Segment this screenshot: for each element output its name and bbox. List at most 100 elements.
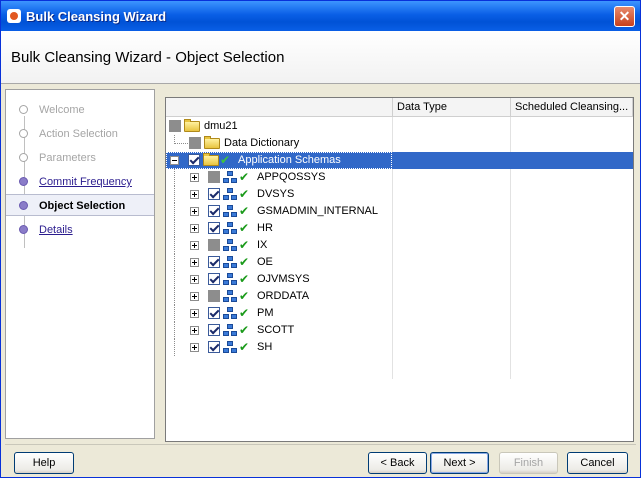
app-icon xyxy=(7,9,21,23)
checkbox[interactable] xyxy=(208,324,220,336)
schema-node xyxy=(223,331,229,336)
tree-guide-line xyxy=(174,254,176,271)
tree-guide-line xyxy=(174,203,176,220)
collapse-toggle[interactable] xyxy=(170,156,179,165)
step-parameters: Parameters xyxy=(6,148,154,168)
tree-row-schema[interactable]: ✔ SH xyxy=(166,339,633,356)
check-mark-icon: ✔ xyxy=(239,170,250,184)
wizard-steps-nav: Welcome Action Selection Parameters Comm… xyxy=(5,89,155,439)
check-mark-icon: ✔ xyxy=(239,289,250,303)
finish-button: Finish xyxy=(499,452,558,474)
cancel-button[interactable]: Cancel xyxy=(567,452,628,474)
tree-row-data-dictionary[interactable]: Data Dictionary xyxy=(166,135,633,152)
expand-toggle[interactable] xyxy=(190,224,199,233)
tree-row-application-schemas[interactable]: ✔ Application Schemas xyxy=(166,152,633,169)
schema-node xyxy=(231,280,237,285)
schema-name: IX xyxy=(257,239,268,251)
expand-toggle[interactable] xyxy=(190,343,199,352)
back-button[interactable]: < Back xyxy=(368,452,427,474)
checkbox[interactable] xyxy=(208,188,220,200)
tree-row-schema[interactable]: ✔ ORDDATA xyxy=(166,288,633,305)
wizard-window: Bulk Cleansing Wizard ✕ Bulk Cleansing W… xyxy=(0,0,641,478)
schema-name: SH xyxy=(257,341,273,353)
checkbox[interactable] xyxy=(188,154,200,166)
schema-node xyxy=(223,348,229,353)
column-header-scheduled-cleansing[interactable]: Scheduled Cleansing... xyxy=(511,98,633,117)
schema-node xyxy=(227,307,233,312)
column-header-data-type[interactable]: Data Type xyxy=(393,98,511,117)
expand-toggle[interactable] xyxy=(190,207,199,216)
tree-row-schema[interactable]: ✔ IX xyxy=(166,237,633,254)
schema-node xyxy=(227,205,233,210)
check-mark-icon: ✔ xyxy=(239,221,250,235)
checkbox[interactable] xyxy=(208,222,220,234)
step-link[interactable]: Details xyxy=(39,224,73,236)
expand-toggle[interactable] xyxy=(190,292,199,301)
step-action-selection: Action Selection xyxy=(6,124,154,144)
check-mark-icon: ✔ xyxy=(239,204,250,218)
help-button[interactable]: Help xyxy=(14,452,74,474)
schema-node xyxy=(223,263,229,268)
tree-row-schema[interactable]: ✔ OE xyxy=(166,254,633,271)
schema-node xyxy=(227,256,233,261)
expand-toggle[interactable] xyxy=(190,241,199,250)
close-button[interactable]: ✕ xyxy=(614,6,635,27)
schema-node xyxy=(227,188,233,193)
object-tree-table[interactable]: Data Type Scheduled Cleansing... dmu21 Da… xyxy=(165,97,634,442)
check-mark-icon: ✔ xyxy=(239,255,250,269)
checkbox[interactable] xyxy=(208,171,220,183)
next-button[interactable]: Next > xyxy=(430,452,489,474)
footer-separator xyxy=(5,444,636,445)
check-mark-icon: ✔ xyxy=(239,272,250,286)
schema-node xyxy=(231,195,237,200)
expand-toggle[interactable] xyxy=(190,326,199,335)
expand-toggle[interactable] xyxy=(190,275,199,284)
expand-toggle[interactable] xyxy=(190,258,199,267)
schema-icon xyxy=(223,171,238,184)
checkbox[interactable] xyxy=(208,290,220,302)
tree-guide-line xyxy=(174,322,176,339)
tree-row-schema[interactable]: ✔ GSMADMIN_INTERNAL xyxy=(166,203,633,220)
tree-row-schema[interactable]: ✔ APPQOSSYS xyxy=(166,169,633,186)
expand-toggle[interactable] xyxy=(190,190,199,199)
expand-toggle[interactable] xyxy=(190,173,199,182)
title-bar[interactable]: Bulk Cleansing Wizard ✕ xyxy=(1,1,640,31)
step-dot-icon xyxy=(19,177,28,186)
tree-row-root[interactable]: dmu21 xyxy=(166,118,633,135)
step-dot-icon xyxy=(19,105,28,114)
expand-toggle[interactable] xyxy=(190,309,199,318)
tree-row-schema[interactable]: ✔ PM xyxy=(166,305,633,322)
step-label: Parameters xyxy=(39,152,96,164)
step-details[interactable]: Details xyxy=(6,220,154,240)
checkbox[interactable] xyxy=(189,137,201,149)
checkbox[interactable] xyxy=(208,341,220,353)
step-welcome: Welcome xyxy=(6,100,154,120)
step-label: Object Selection xyxy=(39,200,126,212)
checkbox[interactable] xyxy=(208,273,220,285)
checkbox[interactable] xyxy=(208,256,220,268)
open-folder-icon xyxy=(203,153,219,166)
tree-row-schema[interactable]: ✔ OJVMSYS xyxy=(166,271,633,288)
checkbox[interactable] xyxy=(208,307,220,319)
column-header-name[interactable] xyxy=(166,98,393,117)
schema-node xyxy=(231,297,237,302)
step-dot-icon xyxy=(19,153,28,162)
tree-row-schema[interactable]: ✔ DVSYS xyxy=(166,186,633,203)
schema-node xyxy=(231,178,237,183)
tree-row-schema[interactable]: ✔ HR xyxy=(166,220,633,237)
schema-node xyxy=(223,195,229,200)
schema-node xyxy=(231,263,237,268)
step-commit-frequency[interactable]: Commit Frequency xyxy=(6,172,154,192)
schema-node xyxy=(231,348,237,353)
step-link[interactable]: Commit Frequency xyxy=(39,176,132,188)
tree-row-schema[interactable]: ✔ SCOTT xyxy=(166,322,633,339)
tree-guide-line xyxy=(174,237,176,254)
tree-guide-line xyxy=(174,186,176,203)
checkbox[interactable] xyxy=(208,205,220,217)
window-title: Bulk Cleansing Wizard xyxy=(26,9,167,24)
schema-node xyxy=(227,324,233,329)
checkbox[interactable] xyxy=(208,239,220,251)
schema-node xyxy=(223,280,229,285)
checkbox[interactable] xyxy=(169,120,181,132)
check-mark-icon: ✔ xyxy=(239,340,250,354)
